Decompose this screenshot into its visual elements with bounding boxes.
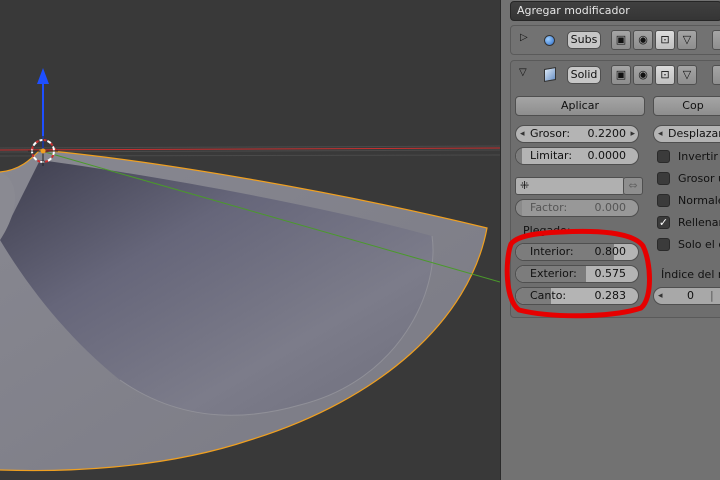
solidify-icon — [544, 66, 556, 83]
more-options-icon[interactable] — [712, 65, 720, 85]
render-toggle-icon[interactable]: ▣ — [611, 65, 631, 85]
modifier-name-field[interactable]: Solid — [567, 66, 601, 84]
modifier-solidify: ▽ Solid ▣ ◉ ⊡ ▽ Aplicar Cop ◂ Grosor: 0.… — [510, 60, 720, 318]
add-modifier-dropdown[interactable]: Agregar modificador — [510, 1, 720, 21]
more-options-icon[interactable] — [712, 30, 720, 50]
factor-field[interactable]: Factor: 0.000 — [515, 199, 639, 217]
crease-heading: Plegado: — [523, 224, 571, 237]
on-cage-icon[interactable]: ▽ — [677, 65, 697, 85]
invert-vertex-group-button[interactable]: ⇔ — [623, 177, 643, 195]
decrement-icon[interactable]: ◂ — [520, 126, 525, 142]
even-thickness-checkbox[interactable] — [657, 172, 670, 185]
editmode-toggle-icon[interactable]: ⊡ — [655, 65, 675, 85]
invert-normals-checkbox[interactable] — [657, 150, 670, 163]
modifier-subsurf: ▷ Subs ▣ ◉ ⊡ ▽ — [510, 25, 720, 55]
add-modifier-label: Agregar modificador — [517, 4, 630, 17]
thickness-field[interactable]: ◂ Grosor: 0.2200 ▸ — [515, 125, 639, 143]
crease-outer-field[interactable]: Exterior: 0.575 — [515, 265, 639, 283]
high-quality-normals-label: Normale — [678, 194, 720, 207]
editmode-toggle-icon[interactable]: ⊡ — [655, 30, 675, 50]
copy-button[interactable]: Cop — [653, 96, 720, 116]
visibility-eye-icon[interactable]: ◉ — [633, 30, 653, 50]
properties-panel: Agregar modificador ▷ Subs ▣ ◉ ⊡ ▽ ▽ Sol… — [500, 0, 720, 480]
only-rim-label: Solo el c — [678, 238, 720, 251]
vertex-group-field[interactable]: ⁜ — [515, 177, 625, 195]
vertex-group-icon: ⁜ — [520, 179, 530, 192]
clamp-fill — [516, 148, 522, 164]
offset-field[interactable]: ◂ Desplazam — [653, 125, 720, 143]
only-rim-checkbox[interactable] — [657, 238, 670, 251]
transform-gizmo[interactable] — [37, 68, 57, 153]
render-toggle-icon[interactable]: ▣ — [611, 30, 631, 50]
increment-icon[interactable]: ▸ — [630, 126, 635, 142]
material-index-field[interactable]: ◂ 0 | — [653, 287, 720, 305]
decrement-icon[interactable]: ◂ — [658, 126, 663, 142]
fill-rim-checkbox[interactable]: ✓ — [657, 216, 670, 229]
clamp-field[interactable]: Limitar: 0.0000 — [515, 147, 639, 165]
invert-normals-label: Invertir n — [678, 150, 720, 163]
even-thickness-label: Grosor u — [678, 172, 720, 185]
viewport-scene — [0, 68, 500, 472]
material-index-label: Índice del m — [661, 268, 720, 281]
collapse-arrow-icon[interactable]: ▽ — [519, 67, 527, 78]
subsurf-icon — [544, 35, 555, 46]
x-axis-line — [0, 147, 500, 151]
crease-rim-field[interactable]: Canto: 0.283 — [515, 287, 639, 305]
decrement-icon[interactable]: ◂ — [658, 288, 663, 304]
expand-arrow-icon[interactable]: ▷ — [520, 32, 528, 43]
3d-viewport[interactable] — [0, 0, 500, 480]
fill-rim-label: Rellenar — [678, 216, 720, 229]
visibility-eye-icon[interactable]: ◉ — [633, 65, 653, 85]
crease-inner-field[interactable]: Interior: 0.800 — [515, 243, 639, 261]
high-quality-normals-checkbox[interactable] — [657, 194, 670, 207]
apply-button[interactable]: Aplicar — [515, 96, 645, 116]
on-cage-icon[interactable]: ▽ — [677, 30, 697, 50]
modifier-name-field[interactable]: Subs — [567, 31, 601, 49]
